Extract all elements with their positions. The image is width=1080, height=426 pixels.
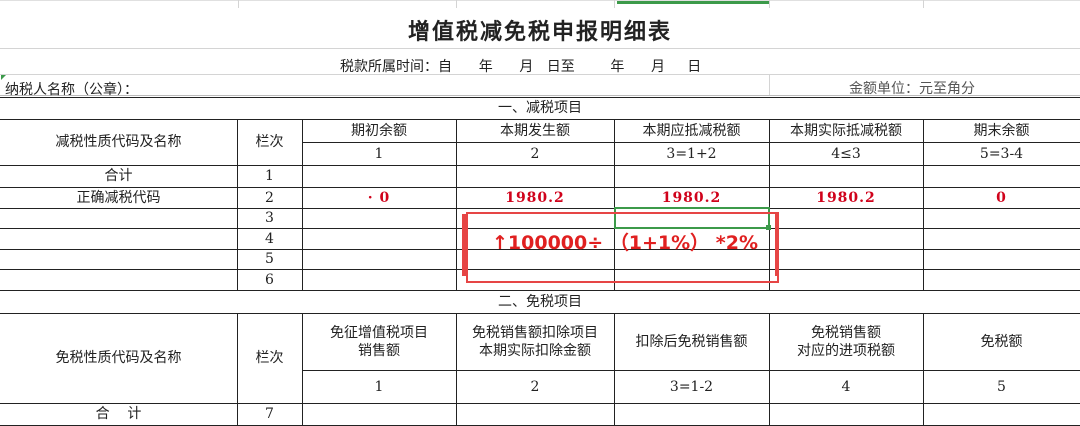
current-amount-value[interactable]: 1980.2 — [456, 187, 614, 208]
col-exempt-sales: 免征增值税项目 销售额 — [330, 324, 428, 359]
annotation-formula: ↑100000÷ （1+1%） *2% — [492, 232, 758, 254]
page-title: 增值税减免税申报明细表 — [407, 19, 672, 45]
section2-title: 二、免税项目 — [498, 293, 582, 310]
table-cell[interactable] — [456, 165, 614, 187]
col-current-amount: 本期发生额 — [500, 122, 570, 139]
section1-title: 一、减税项目 — [498, 100, 582, 116]
line-number-header: 栏次 — [255, 350, 284, 366]
formula-cell: 3=1-2 — [669, 378, 714, 395]
col-deduction-amount: 免税销售额扣除项目 本期实际扣除金额 — [472, 324, 598, 359]
taxpayer-label-text: 纳税人名称（公章）： — [5, 82, 138, 98]
formula-cell: 1 — [374, 378, 384, 395]
table-cell[interactable] — [769, 165, 923, 187]
closing-balance-value[interactable]: 0 — [923, 187, 1080, 208]
reduction-name-header: 减税性质代码及名称 — [55, 134, 182, 150]
actual-deducted-value[interactable]: 1980.2 — [769, 187, 923, 208]
line-number: 6 — [265, 271, 274, 288]
exemption-name-header: 免税性质代码及名称 — [55, 350, 182, 366]
line-number: 4 — [265, 230, 274, 247]
formula-cell: 5=3-4 — [979, 145, 1024, 162]
amount-unit-label: 金额单位：元至角分 — [849, 81, 975, 97]
line-number: 7 — [265, 406, 274, 422]
table-cell[interactable] — [923, 165, 1080, 187]
col-opening-balance: 期初余额 — [351, 122, 407, 139]
reduction-code-name[interactable]: 正确减税代码 — [0, 187, 237, 208]
line-number: 2 — [265, 189, 274, 206]
col-net-exempt-sales: 扣除后免税销售额 — [635, 333, 748, 350]
col-actual-deducted: 本期实际抵减税额 — [790, 122, 902, 139]
formula-cell: 1 — [374, 145, 384, 162]
formula-cell: 5 — [997, 378, 1006, 395]
total-row-label: 合 计 — [95, 406, 142, 422]
table-cell[interactable] — [614, 165, 769, 187]
formula-cell: 2 — [530, 145, 540, 162]
opening-balance-value[interactable]: · 0 — [302, 187, 456, 208]
line-number-header: 栏次 — [255, 134, 284, 150]
col-input-tax: 免税销售额 对应的进项税额 — [797, 324, 895, 359]
formula-cell: 4 — [841, 378, 851, 395]
col-exempt-tax: 免税额 — [980, 333, 1023, 350]
line-number: 1 — [265, 168, 274, 184]
selected-column-indicator — [617, 1, 769, 4]
table-cell[interactable] — [302, 165, 456, 187]
formula-cell: 2 — [530, 378, 540, 395]
line-number: 3 — [265, 210, 274, 226]
annotation-bracket-left — [462, 214, 466, 276]
comment-marker-icon — [1, 75, 6, 80]
deductible-amount-value[interactable]: 1980.2 — [614, 187, 769, 208]
line-number: 5 — [265, 251, 274, 267]
annotation-bracket-right — [775, 214, 779, 276]
taxpayer-name-label: 纳税人名称（公章）： — [1, 75, 138, 99]
total-row-label: 合计 — [104, 168, 133, 184]
col-closing-balance: 期末余额 — [973, 122, 1030, 139]
formula-cell: 3=1+2 — [666, 145, 717, 162]
tax-period-label: 税款所属时间：自 年 月 日至 年 月 日 — [340, 59, 702, 75]
col-deductible-amount: 本期应抵减税额 — [642, 122, 741, 139]
formula-cell: 4≤3 — [831, 145, 861, 162]
